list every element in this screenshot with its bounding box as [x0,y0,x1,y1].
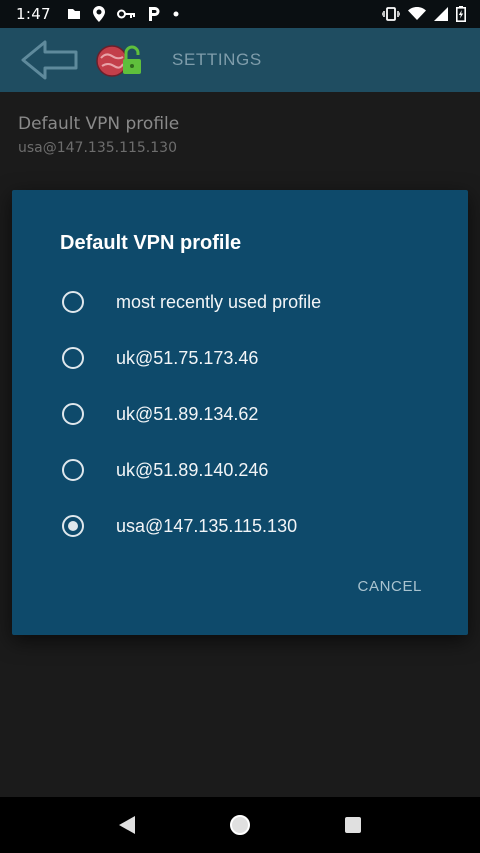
profile-option[interactable]: uk@51.89.134.62 [12,386,468,442]
back-triangle-icon [118,816,135,834]
radio-button[interactable] [62,347,84,369]
profile-option[interactable]: uk@51.89.140.246 [12,442,468,498]
settings-item-title: Default VPN profile [18,114,180,134]
profile-option[interactable]: usa@147.135.115.130 [12,498,468,554]
status-bar: 1:47 [0,0,480,28]
vpn-logo-icon [92,35,154,85]
radio-button[interactable] [62,291,84,313]
profile-option[interactable]: most recently used profile [12,274,468,330]
back-button[interactable] [14,28,86,92]
wifi-icon [408,7,426,21]
page-title: SETTINGS [172,50,262,69]
signal-icon [434,7,448,21]
radio-button[interactable] [62,459,84,481]
parking-icon [147,6,161,22]
status-right [382,6,466,22]
default-vpn-profile-dialog: Default VPN profile most recently used p… [12,190,468,635]
dot-icon [173,11,179,17]
navigation-bar [0,797,480,853]
profile-option-label: most recently used profile [116,291,322,312]
location-pin-icon [92,6,105,22]
status-left: 1:47 [16,5,179,23]
battery-charging-icon [456,6,466,22]
recents-square-icon [345,817,362,833]
profile-option-label: usa@147.135.115.130 [116,515,298,536]
profile-options-list: most recently used profile uk@51.75.173.… [12,274,468,554]
radio-button-selected[interactable] [62,515,84,537]
status-time: 1:47 [16,5,51,23]
vibrate-icon [382,7,400,21]
settings-item-default-vpn-profile[interactable]: Default VPN profile usa@147.135.115.130 [0,92,480,188]
profile-option-label: uk@51.89.140.246 [116,459,269,480]
app-bar: SETTINGS [0,28,480,92]
profile-option-label: uk@51.89.134.62 [116,403,259,424]
nav-back-button[interactable] [107,805,147,845]
cancel-button[interactable]: CANCEL [358,578,422,595]
file-icon [67,8,81,20]
nav-home-button[interactable] [220,805,260,845]
dialog-title: Default VPN profile [60,232,242,254]
radio-button[interactable] [62,403,84,425]
home-circle-icon [229,815,250,835]
nav-recents-button[interactable] [333,805,373,845]
profile-option[interactable]: uk@51.75.173.46 [12,330,468,386]
key-icon [116,9,135,19]
back-arrow-icon [21,40,78,80]
profile-option-label: uk@51.75.173.46 [116,347,259,368]
settings-item-summary: usa@147.135.115.130 [18,140,177,156]
